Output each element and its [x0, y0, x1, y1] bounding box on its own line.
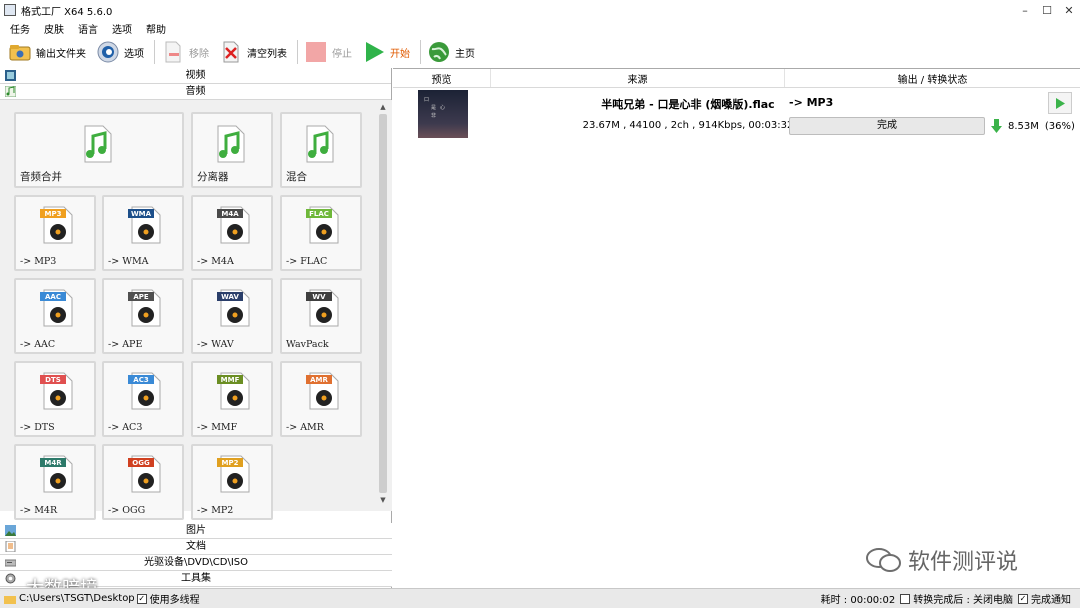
- multithread-label: 使用多线程: [149, 595, 200, 606]
- maximize-button[interactable]: ☐: [1036, 0, 1058, 20]
- column-output-status[interactable]: 输出 / 转换状态: [785, 69, 1080, 87]
- tool-mix-tile[interactable]: 混合: [280, 112, 362, 188]
- elapsed-time: 耗时 : 00:00:02: [820, 595, 896, 606]
- format-ogg-tile[interactable]: OGG -> OGG: [102, 444, 184, 520]
- format-ape-tile[interactable]: APE -> APE: [102, 278, 184, 354]
- close-button[interactable]: ✕: [1058, 0, 1080, 20]
- menu-bar: 任务 皮肤 语言 选项 帮助: [0, 20, 180, 36]
- menu-language[interactable]: 语言: [78, 21, 98, 36]
- window-title: 格式工厂 X64 5.6.0: [21, 6, 113, 18]
- tool-merge-tile[interactable]: 音频合并: [14, 112, 184, 188]
- format-mp2-tile[interactable]: MP2 -> MP2: [191, 444, 273, 520]
- format-aac-tile[interactable]: AAC -> AAC: [14, 278, 96, 354]
- format-flac-tile[interactable]: FLAC -> FLAC: [280, 195, 362, 271]
- mix-icon: [306, 125, 334, 163]
- format-wma-tile[interactable]: WMA -> WMA: [102, 195, 184, 271]
- clear-list-button[interactable]: 清空列表: [219, 38, 287, 66]
- output-size: 8.53M (36%): [991, 117, 1075, 135]
- stop-icon: [306, 42, 326, 62]
- multithread-checkbox[interactable]: ✓: [136, 593, 147, 604]
- download-arrow-icon: [991, 119, 1002, 133]
- scroll-up-icon[interactable]: ▲: [376, 100, 390, 114]
- scroll-thumb[interactable]: [379, 114, 387, 493]
- toolbar-separator: [154, 40, 155, 64]
- app-icon: [4, 4, 16, 16]
- home-button[interactable]: 主页: [427, 38, 475, 66]
- output-path[interactable]: C:\Users\TSGT\Desktop: [19, 593, 135, 604]
- tool-splitter-tile[interactable]: 分离器: [191, 112, 273, 188]
- output-format: -> MP3: [789, 96, 834, 109]
- toolbar-separator: [420, 40, 421, 64]
- document-icon: [5, 541, 16, 552]
- watermark: 软件测评说: [866, 544, 1018, 576]
- output-folder-button[interactable]: 输出文件夹: [8, 38, 86, 66]
- folder-icon: [4, 595, 16, 604]
- options-button[interactable]: 选项: [96, 38, 144, 66]
- format-amr-tile[interactable]: AMR -> AMR: [280, 361, 362, 437]
- format-wav-tile[interactable]: WAV -> WAV: [191, 278, 273, 354]
- category-audio[interactable]: 音频: [0, 84, 391, 100]
- column-source[interactable]: 来源: [491, 69, 785, 87]
- notify-label: 完成通知: [1031, 595, 1071, 606]
- picture-icon: [5, 525, 16, 536]
- album-thumbnail: 口 是 心 非: [418, 90, 468, 138]
- tools-icon: [5, 573, 16, 584]
- remove-doc-icon: [165, 41, 181, 63]
- vertical-scrollbar[interactable]: ▲ ▼: [376, 100, 390, 511]
- play-icon: [366, 42, 384, 62]
- format-ac3-tile[interactable]: AC3 -> AC3: [102, 361, 184, 437]
- category-document[interactable]: 文档: [0, 539, 392, 555]
- format-dts-tile[interactable]: DTS -> DTS: [14, 361, 96, 437]
- gear-icon: [97, 41, 119, 63]
- task-list: 预览 来源 输出 / 转换状态 口 是 心 非 半吨兄弟 - 口是心非 (烟嗓版…: [393, 68, 1080, 588]
- clear-list-icon: [223, 41, 239, 63]
- minimize-button[interactable]: –: [1014, 0, 1036, 20]
- wechat-icon: [866, 548, 901, 572]
- music-note-icon: [5, 86, 16, 97]
- folder-icon: [9, 45, 31, 61]
- film-icon: [5, 70, 16, 81]
- audio-tools-grid: 音频合并 分离器 混合 MP3 -> MP3 WMA -> WMA M4A ->…: [0, 100, 392, 520]
- category-disc[interactable]: 光驱设备\DVD\CD\ISO: [0, 555, 392, 571]
- format-wv-tile[interactable]: WV WavPack: [280, 278, 362, 354]
- scroll-down-icon[interactable]: ▼: [376, 493, 390, 507]
- play-output-button[interactable]: [1048, 92, 1072, 114]
- stop-button[interactable]: 停止: [304, 38, 352, 66]
- after-done-label: 转换完成后 : 关闭电脑: [913, 595, 1013, 606]
- category-picture[interactable]: 图片: [0, 523, 392, 539]
- disc-drive-icon: [5, 559, 16, 567]
- splitter-icon: [217, 125, 245, 163]
- remove-button[interactable]: 移除: [161, 38, 209, 66]
- task-list-header: 预览 来源 输出 / 转换状态: [393, 69, 1080, 88]
- format-m4r-tile[interactable]: M4R -> M4R: [14, 444, 96, 520]
- column-preview[interactable]: 预览: [393, 69, 491, 87]
- start-button[interactable]: 开始: [362, 38, 410, 66]
- audio-merge-icon: [84, 125, 112, 163]
- category-video[interactable]: 视频: [0, 68, 391, 84]
- task-row[interactable]: 口 是 心 非 半吨兄弟 - 口是心非 (烟嗓版).flac 23.67M , …: [393, 88, 1080, 140]
- globe-icon: [429, 42, 449, 62]
- format-mp3-tile[interactable]: MP3 -> MP3: [14, 195, 96, 271]
- play-icon: [1056, 97, 1065, 109]
- toolbar-separator: [297, 40, 298, 64]
- after-done-checkbox[interactable]: [900, 593, 911, 604]
- title-bar: 格式工厂 X64 5.6.0 – ☐ ✕: [0, 0, 1080, 20]
- toolbar: 输出文件夹 选项 移除 清空列表 停止 开始 主页: [0, 36, 1080, 68]
- menu-options[interactable]: 选项: [112, 21, 132, 36]
- menu-skin[interactable]: 皮肤: [44, 21, 64, 36]
- menu-task[interactable]: 任务: [10, 21, 30, 36]
- category-panel: 视频 音频 音频合并 分离器 混合 MP3 -> MP3 WMA -> WMA …: [0, 68, 392, 588]
- progress-status: 完成: [789, 117, 985, 135]
- format-mmf-tile[interactable]: MMF -> MMF: [191, 361, 273, 437]
- notify-checkbox[interactable]: ✓: [1018, 593, 1028, 604]
- menu-help[interactable]: 帮助: [146, 21, 166, 36]
- format-m4a-tile[interactable]: M4A -> M4A: [191, 195, 273, 271]
- status-bar: C:\Users\TSGT\Desktop ✓ 使用多线程 耗时 : 00:00…: [0, 588, 1080, 608]
